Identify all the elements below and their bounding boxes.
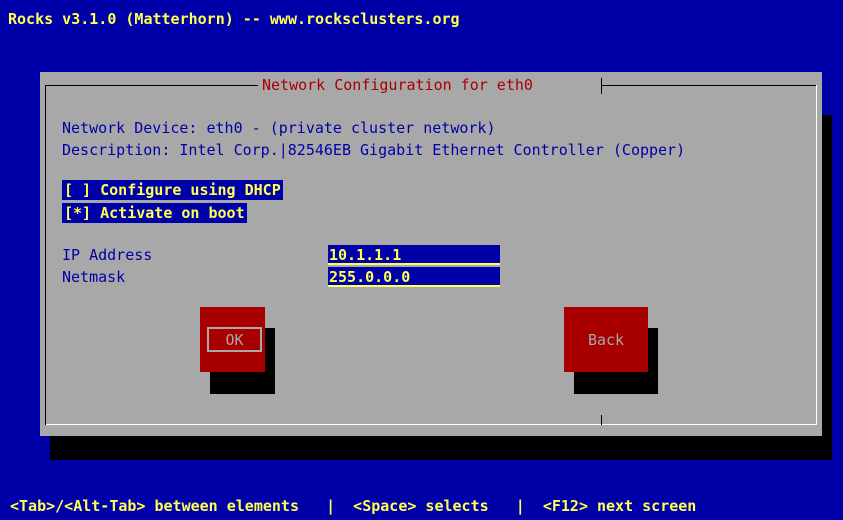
frame-bottom: [45, 424, 817, 425]
back-button-label: Back: [587, 330, 625, 349]
netmask-input[interactable]: 255.0.0.0: [328, 267, 500, 287]
frame-title-right-tick: [601, 78, 602, 94]
ok-button-label: OK: [225, 330, 244, 349]
configure-dhcp-checkbox[interactable]: [ ] Configure using DHCP: [62, 180, 283, 200]
frame-left: [45, 85, 46, 425]
frame-top-left: [45, 85, 258, 86]
netmask-label: Netmask: [62, 268, 126, 286]
ip-address-label: IP Address: [62, 246, 153, 264]
frame-top-right: [602, 85, 817, 86]
ok-button[interactable]: OK: [200, 307, 265, 372]
network-device-line: Network Device: eth0 - (private cluster …: [62, 119, 496, 137]
dialog-title: Network Configuration for eth0: [258, 76, 537, 94]
ip-address-input[interactable]: 10.1.1.1: [328, 245, 500, 265]
device-description-line: Description: Intel Corp.|82546EB Gigabit…: [62, 141, 686, 159]
back-button[interactable]: Back: [564, 307, 648, 372]
frame-right: [816, 85, 817, 425]
activate-on-boot-checkbox[interactable]: [*] Activate on boot: [62, 203, 247, 223]
frame-bottom-mid-tick: [601, 415, 602, 425]
app-title: Rocks v3.1.0 (Matterhorn) -- www.rockscl…: [8, 10, 460, 28]
frame-bottom-left-tick: [45, 415, 46, 425]
help-line: <Tab>/<Alt-Tab> between elements | <Spac…: [10, 497, 697, 515]
